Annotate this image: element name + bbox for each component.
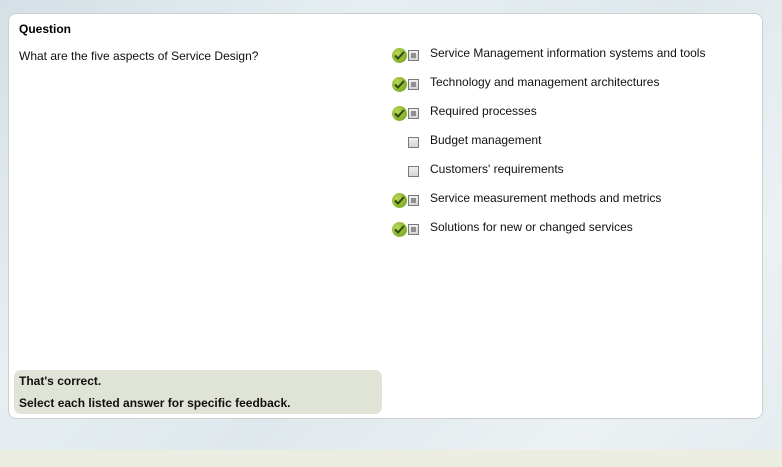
answer-label: Budget management — [430, 133, 542, 147]
answer-option-4[interactable]: Budget management — [392, 133, 732, 162]
answer-label: Required processes — [430, 104, 537, 118]
question-panel: Question What are the five aspects of Se… — [8, 13, 763, 419]
answer-label: Service measurement methods and metrics — [430, 191, 662, 205]
answer-option-5[interactable]: Customers' requirements — [392, 162, 732, 191]
correct-check-icon — [392, 77, 407, 92]
answer-label: Technology and management architectures — [430, 75, 660, 89]
answer-option-7[interactable]: Solutions for new or changed services — [392, 220, 732, 249]
correct-check-icon — [392, 193, 407, 208]
answer-checkbox[interactable] — [408, 166, 419, 177]
answer-checkbox[interactable] — [408, 50, 419, 61]
correct-check-icon — [392, 48, 407, 63]
feedback-detail: Select each listed answer for specific f… — [19, 396, 291, 410]
footer-band — [0, 450, 782, 467]
answer-option-6[interactable]: Service measurement methods and metrics — [392, 191, 732, 220]
answer-list: Service Management information systems a… — [392, 46, 732, 249]
answer-checkbox[interactable] — [408, 108, 419, 119]
answer-checkbox[interactable] — [408, 224, 419, 235]
answer-option-1[interactable]: Service Management information systems a… — [392, 46, 732, 75]
feedback-title: That's correct. — [19, 374, 102, 388]
panel-title: Question — [19, 22, 72, 36]
answer-option-3[interactable]: Required processes — [392, 104, 732, 133]
answer-label: Service Management information systems a… — [430, 46, 706, 60]
correct-check-icon — [392, 106, 407, 121]
answer-checkbox[interactable] — [408, 137, 419, 148]
answer-checkbox[interactable] — [408, 79, 419, 90]
answer-label: Solutions for new or changed services — [430, 220, 633, 234]
feedback-box: That's correct. Select each listed answe… — [14, 370, 382, 414]
question-text: What are the five aspects of Service Des… — [19, 49, 259, 63]
answer-checkbox[interactable] — [408, 195, 419, 206]
answer-option-2[interactable]: Technology and management architectures — [392, 75, 732, 104]
answer-label: Customers' requirements — [430, 162, 564, 176]
correct-check-icon — [392, 222, 407, 237]
